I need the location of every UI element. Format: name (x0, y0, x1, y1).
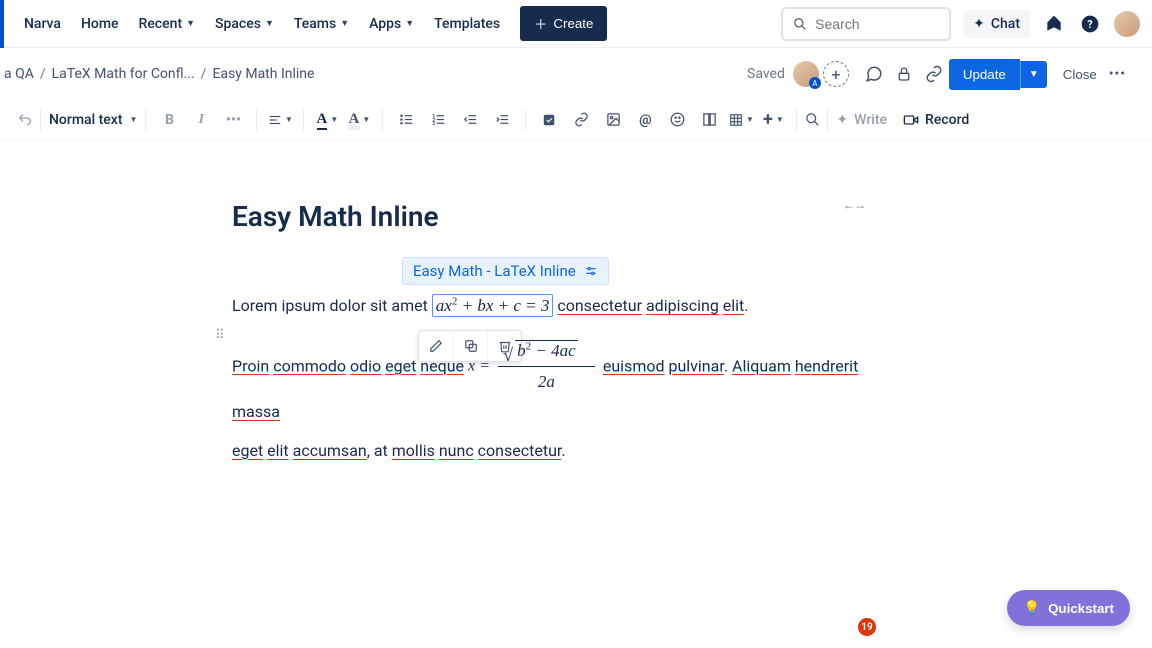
math-inline-2[interactable]: b2 − 4ac 2a (498, 336, 595, 398)
paragraph-1[interactable]: Lorem ipsum dolor sit amet ax2 + bx + c … (232, 291, 872, 322)
add-person-button[interactable]: + (823, 61, 849, 87)
crumb-3[interactable]: Easy Math Inline (212, 66, 314, 82)
chevron-down-icon: ▼ (405, 18, 414, 29)
editor-avatar[interactable] (793, 61, 819, 87)
svg-text:?: ? (1087, 18, 1092, 31)
notification-badge[interactable]: 19 (858, 618, 876, 636)
nav-item-home[interactable]: Home (73, 10, 127, 38)
width-handle[interactable]: ← → (843, 198, 864, 212)
align-dropdown[interactable]: ▼ (265, 105, 295, 135)
find-button[interactable] (797, 105, 827, 135)
update-button[interactable]: Update (949, 59, 1020, 90)
text-style-dropdown[interactable]: Normal text▼ (41, 105, 145, 135)
layout-button[interactable] (694, 105, 724, 135)
image-button[interactable] (598, 105, 628, 135)
lightbulb-icon: 💡 (1023, 600, 1040, 616)
search-input-wrapper[interactable] (781, 7, 951, 41)
page-header-bar: a QA / LaTeX Math for Confl... / Easy Ma… (0, 48, 1152, 100)
record-button[interactable]: Record (895, 108, 977, 132)
crumb-2[interactable]: LaTeX Math for Confl... (52, 66, 195, 82)
quickstart-button[interactable]: 💡Quickstart (1007, 590, 1130, 626)
app-logo[interactable] (0, 0, 4, 48)
settings-icon (584, 264, 598, 278)
bold-button[interactable]: B (154, 105, 184, 135)
chevron-down-icon: ▼ (186, 18, 195, 29)
chevron-down-icon: ▼ (129, 115, 137, 124)
italic-button[interactable]: I (186, 105, 216, 135)
chat-icon: ✦ (973, 16, 985, 32)
chat-button[interactable]: ✦Chat (963, 10, 1030, 38)
indent-button[interactable] (487, 105, 517, 135)
outdent-button[interactable] (455, 105, 485, 135)
ai-write-button[interactable]: ✦Write (828, 108, 895, 132)
chevron-down-icon: ▼ (265, 18, 274, 29)
mention-button[interactable]: @ (630, 105, 660, 135)
nav-item-recent[interactable]: Recent▼ (131, 10, 204, 38)
video-icon (903, 112, 919, 128)
insert-dropdown[interactable]: +▼ (758, 105, 788, 135)
editor-toolbar: Normal text▼ B I ••• ▼ A▼ A▼ 123 @ ▼ +▼ … (0, 100, 1152, 140)
table-dropdown[interactable]: ▼ (726, 105, 756, 135)
drag-handle-icon[interactable]: ⠿ (215, 328, 225, 343)
action-item-button[interactable] (534, 105, 564, 135)
nav-item-space[interactable]: Narva (16, 10, 69, 38)
nav-item-spaces[interactable]: Spaces▼ (207, 10, 282, 38)
link-icon[interactable] (919, 59, 949, 89)
emoji-button[interactable] (662, 105, 692, 135)
sparkle-icon: ✦ (836, 112, 848, 128)
search-input[interactable] (815, 16, 939, 32)
macro-chip-latex-inline[interactable]: Easy Math - LaTeX Inline (402, 257, 609, 285)
number-list-button[interactable]: 123 (423, 105, 453, 135)
copy-icon[interactable] (453, 331, 487, 361)
comment-icon[interactable] (859, 59, 889, 89)
lock-icon[interactable] (889, 59, 919, 89)
saved-status: Saved (747, 66, 785, 82)
crumb-1[interactable]: a QA (4, 66, 34, 82)
undo-icon[interactable] (10, 105, 40, 135)
paragraph-2[interactable]: Proin commodo odio eget neque x = b2 − 4… (232, 336, 872, 427)
nav-item-apps[interactable]: Apps▼ (361, 10, 422, 38)
user-avatar[interactable] (1114, 11, 1140, 37)
link-button[interactable] (566, 105, 596, 135)
edit-icon[interactable] (419, 331, 453, 361)
nav-item-teams[interactable]: Teams▼ (286, 10, 357, 38)
more-format-icon[interactable]: ••• (218, 105, 248, 135)
search-icon (793, 17, 807, 31)
editor-canvas[interactable]: ← → Easy Math Inline Easy Math - LaTeX I… (0, 140, 1152, 465)
page-title[interactable]: Easy Math Inline (232, 200, 872, 233)
bullet-list-button[interactable] (391, 105, 421, 135)
create-button[interactable]: ＋Create (520, 6, 607, 41)
highlight-color-dropdown[interactable]: A▼ (344, 105, 374, 135)
more-actions-icon[interactable]: ••• (1103, 66, 1132, 82)
breadcrumb: a QA / LaTeX Math for Confl... / Easy Ma… (4, 66, 314, 82)
svg-text:3: 3 (432, 121, 435, 127)
top-nav: Narva Home Recent▼ Spaces▼ Teams▼ Apps▼ … (0, 0, 1152, 48)
update-dropdown[interactable]: ▼ (1020, 61, 1047, 88)
text-color-dropdown[interactable]: A▼ (312, 105, 342, 135)
notifications-icon[interactable] (1042, 12, 1066, 36)
nav-item-templates[interactable]: Templates (426, 10, 508, 38)
plus-icon: ＋ (534, 14, 547, 33)
help-icon[interactable]: ? (1078, 12, 1102, 36)
chevron-down-icon: ▼ (340, 18, 349, 29)
paragraph-3[interactable]: eget elit accumsan, at mollis nunc conse… (232, 437, 872, 466)
math-inline-1[interactable]: ax2 + bx + c = 3 (432, 294, 554, 317)
close-button[interactable]: Close (1057, 59, 1103, 90)
